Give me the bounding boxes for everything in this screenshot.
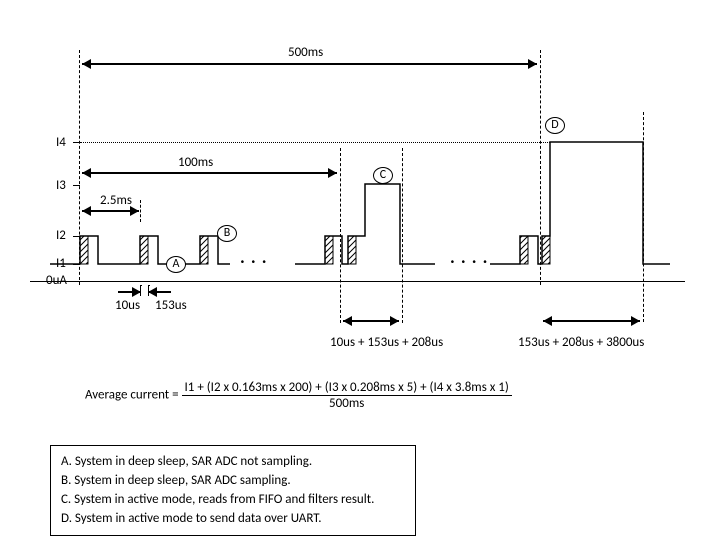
waveform [30, 140, 690, 285]
tick-10us-a [140, 285, 142, 296]
formula-lhs: Average current = [85, 388, 182, 403]
legend-b: B. System in deep sleep, SAR ADC samplin… [61, 472, 405, 491]
label-10us: 10us [115, 298, 140, 313]
arrow-uart [543, 320, 640, 322]
label-uart: 153us + 208us + 3800us [518, 335, 644, 350]
formula-numerator: I1 + (I2 x 0.163ms x 200) + (I3 x 0.208m… [182, 380, 512, 396]
average-current-formula: Average current = I1 + (I2 x 0.163ms x 2… [85, 380, 645, 411]
arrow-10us-out [148, 291, 171, 293]
formula-denominator: 500ms [182, 396, 512, 411]
ellipsis-1: . . . [240, 246, 268, 268]
callout-c: C [373, 167, 393, 184]
callout-d: D [545, 117, 565, 134]
label-153us: 153us [155, 298, 187, 313]
callout-b: B [217, 225, 237, 242]
label-filter: 10us + 153us + 208us [330, 335, 443, 350]
legend-d: D. System in active mode to send data ov… [61, 510, 405, 529]
label-500ms: 500ms [288, 45, 323, 60]
timing-diagram: I4 I3 I2 I1 0uA 500ms 100ms 2.5ms [0, 0, 714, 380]
arrow-10us-in [118, 291, 141, 293]
arrow-filter [343, 320, 399, 322]
arrow-500ms [82, 63, 537, 65]
ellipsis-2: . . . . [450, 246, 488, 268]
legend: A. System in deep sleep, SAR ADC not sam… [50, 445, 416, 536]
legend-a: A. System in deep sleep, SAR ADC not sam… [61, 453, 405, 472]
legend-c: C. System in active mode, reads from FIF… [61, 491, 405, 510]
callout-a: A [166, 256, 186, 273]
tick-10us-b [148, 285, 150, 296]
